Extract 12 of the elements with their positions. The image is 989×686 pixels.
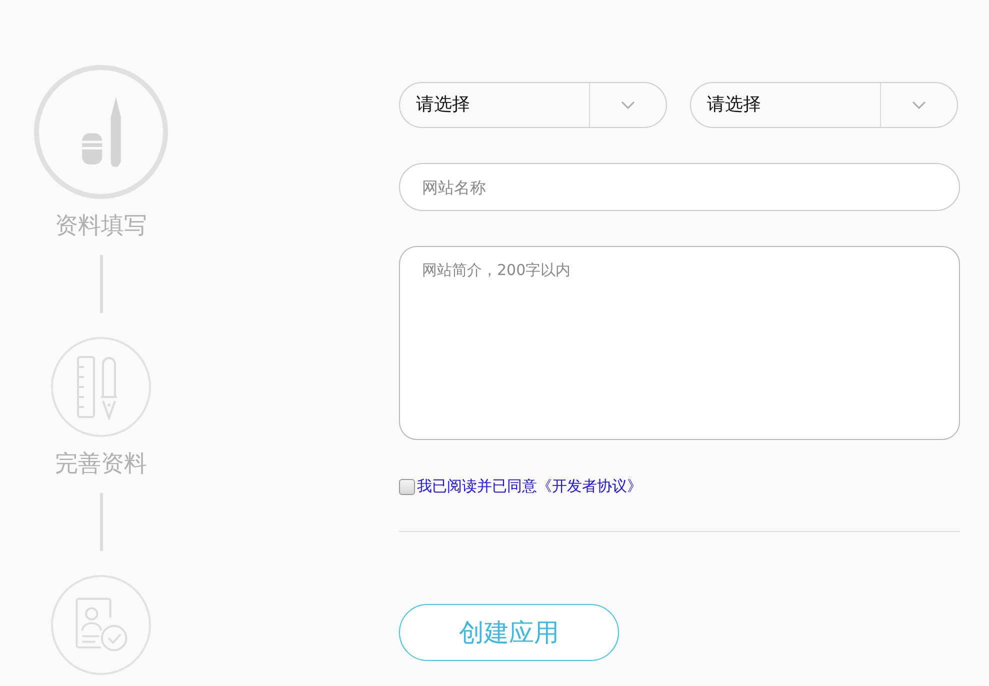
step-label: 资料填写 <box>55 212 147 241</box>
dropdown-select[interactable]: 请选择 <box>399 82 667 128</box>
chevron-down-icon <box>621 101 635 109</box>
pencil-eraser-icon <box>82 97 120 167</box>
website-description-field[interactable]: 网站简介，200字以内 <box>399 246 960 440</box>
agreement-text: 我已阅读并已同意 <box>417 477 537 496</box>
step-label: 完善资料 <box>55 450 147 479</box>
website-name-field[interactable]: 网站名称 <box>399 163 960 211</box>
chevron-down-icon <box>912 101 926 109</box>
agreement-checkbox[interactable] <box>399 478 415 494</box>
dropdown-select[interactable]: 请选择 <box>690 82 958 128</box>
developer-agreement-link[interactable]: 《开发者协议》 <box>537 477 642 496</box>
